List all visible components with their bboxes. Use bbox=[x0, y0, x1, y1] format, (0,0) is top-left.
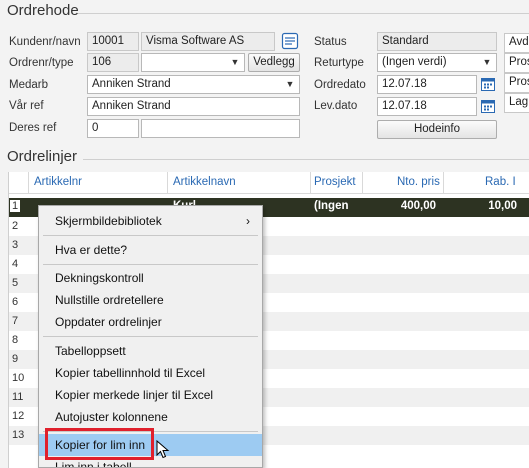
vaar-ref-field[interactable]: Anniken Strand bbox=[87, 97, 300, 116]
cell-nto-pris[interactable]: 400,00 bbox=[364, 200, 436, 212]
menu-separator bbox=[43, 336, 258, 337]
menu-item-oppdater-ordrelinjer[interactable]: Oppdater ordrelinjer bbox=[39, 311, 262, 333]
medarb-select[interactable]: Anniken Strand ▼ bbox=[87, 75, 300, 94]
chevron-right-icon: › bbox=[246, 214, 250, 228]
calendar-icon[interactable] bbox=[480, 98, 496, 114]
menu-separator bbox=[43, 235, 258, 236]
chevron-down-icon: ▼ bbox=[285, 79, 295, 89]
levdato-field[interactable]: 12.07.18 bbox=[377, 97, 477, 116]
row-number: 4 bbox=[12, 258, 19, 270]
column-header-artikkelnavn[interactable]: Artikkelnavn bbox=[173, 176, 236, 188]
deres-ref-field-2[interactable] bbox=[141, 119, 300, 138]
notes-icon[interactable] bbox=[281, 32, 299, 50]
highlight-callout bbox=[45, 428, 154, 460]
chevron-down-icon: ▼ bbox=[482, 57, 492, 67]
calendar-icon[interactable] bbox=[480, 76, 496, 92]
section-title-ordrelinjer: Ordrelinjer bbox=[7, 148, 78, 165]
row-number: 9 bbox=[12, 353, 19, 365]
chevron-down-icon: ▼ bbox=[230, 57, 240, 67]
ordredato-field[interactable]: 12.07.18 bbox=[377, 75, 477, 94]
row-number: 13 bbox=[12, 429, 25, 441]
section-title-ordrehode: Ordrehode bbox=[7, 2, 79, 19]
levdato-label: Lev.dato bbox=[314, 100, 358, 112]
medarb-label: Medarb bbox=[9, 79, 48, 91]
right-panel-item[interactable]: Lag bbox=[504, 93, 529, 113]
divider bbox=[83, 159, 529, 160]
row-number: 5 bbox=[12, 277, 19, 289]
right-panel-item[interactable]: Pros bbox=[504, 53, 529, 73]
row-number: 8 bbox=[12, 334, 19, 346]
column-header-prosjekt[interactable]: Prosjekt bbox=[314, 176, 356, 188]
divider bbox=[78, 13, 529, 14]
column-header-nto-pris[interactable]: Nto. pris bbox=[397, 176, 440, 188]
kundenr-label: Kundenr/navn bbox=[9, 36, 81, 48]
kundenavn-field[interactable]: Visma Software AS bbox=[141, 32, 275, 51]
deres-ref-field[interactable]: 0 bbox=[87, 119, 139, 138]
cursor-icon bbox=[156, 439, 170, 460]
row-number: 2 bbox=[12, 220, 19, 232]
row-number: 1 bbox=[10, 200, 21, 212]
cell-rabatt[interactable]: 10,00 bbox=[445, 200, 517, 212]
menu-item-kopier-merkede-linjer[interactable]: Kopier merkede linjer til Excel bbox=[39, 384, 262, 406]
row-number: 10 bbox=[12, 372, 25, 384]
row-number: 12 bbox=[12, 410, 25, 422]
menu-separator bbox=[43, 264, 258, 265]
row-number: 6 bbox=[12, 296, 19, 308]
row-number: 11 bbox=[12, 391, 24, 403]
status-label: Status bbox=[314, 36, 347, 48]
kundenr-field[interactable]: 10001 bbox=[87, 32, 139, 51]
cell-prosjekt[interactable]: (Ingen bbox=[314, 200, 349, 212]
hodeinfo-button[interactable]: Hodeinfo bbox=[377, 120, 497, 139]
column-header-artikkelnr[interactable]: Artikkelnr bbox=[34, 176, 82, 188]
ordredato-label: Ordredato bbox=[314, 79, 366, 91]
vaar-ref-label: Vår ref bbox=[9, 100, 44, 112]
deres-ref-label: Deres ref bbox=[9, 122, 57, 134]
ordretype-select[interactable]: ▼ bbox=[141, 53, 245, 72]
menu-item-skjermbildebibliotek[interactable]: Skjermbildebibliotek › bbox=[39, 210, 262, 232]
ordrenr-label: Ordrenr/type bbox=[9, 57, 74, 69]
status-field[interactable]: Standard bbox=[377, 32, 497, 51]
row-number: 7 bbox=[12, 315, 19, 327]
returtype-value: (Ingen verdi) bbox=[382, 56, 447, 68]
menu-item-kopier-tabellinnhold[interactable]: Kopier tabellinnhold til Excel bbox=[39, 362, 262, 384]
table-header: Artikkelnr Artikkelnavn Prosjekt Nto. pr… bbox=[9, 172, 529, 194]
menu-item-tabelloppsett[interactable]: Tabelloppsett bbox=[39, 340, 262, 362]
returtype-select[interactable]: (Ingen verdi) ▼ bbox=[377, 53, 497, 72]
column-header-rabatt[interactable]: Rab. I bbox=[485, 176, 516, 188]
menu-item-autojuster-kolonnene[interactable]: Autojuster kolonnene bbox=[39, 406, 262, 428]
menu-item-dekningskontroll[interactable]: Dekningskontroll bbox=[39, 267, 262, 289]
right-panel-item[interactable]: Avd bbox=[504, 33, 529, 53]
menu-item-hva-er-dette[interactable]: Hva er dette? bbox=[39, 239, 262, 261]
right-panel-item[interactable]: Pros bbox=[504, 73, 529, 93]
returtype-label: Returtype bbox=[314, 57, 364, 69]
menu-item-nullstille-ordretellere[interactable]: Nullstille ordretellere bbox=[39, 289, 262, 311]
medarb-value: Anniken Strand bbox=[92, 78, 171, 90]
vedlegg-button[interactable]: Vedlegg bbox=[248, 53, 300, 72]
row-number: 3 bbox=[12, 239, 19, 251]
ordrenr-field[interactable]: 106 bbox=[87, 53, 139, 72]
